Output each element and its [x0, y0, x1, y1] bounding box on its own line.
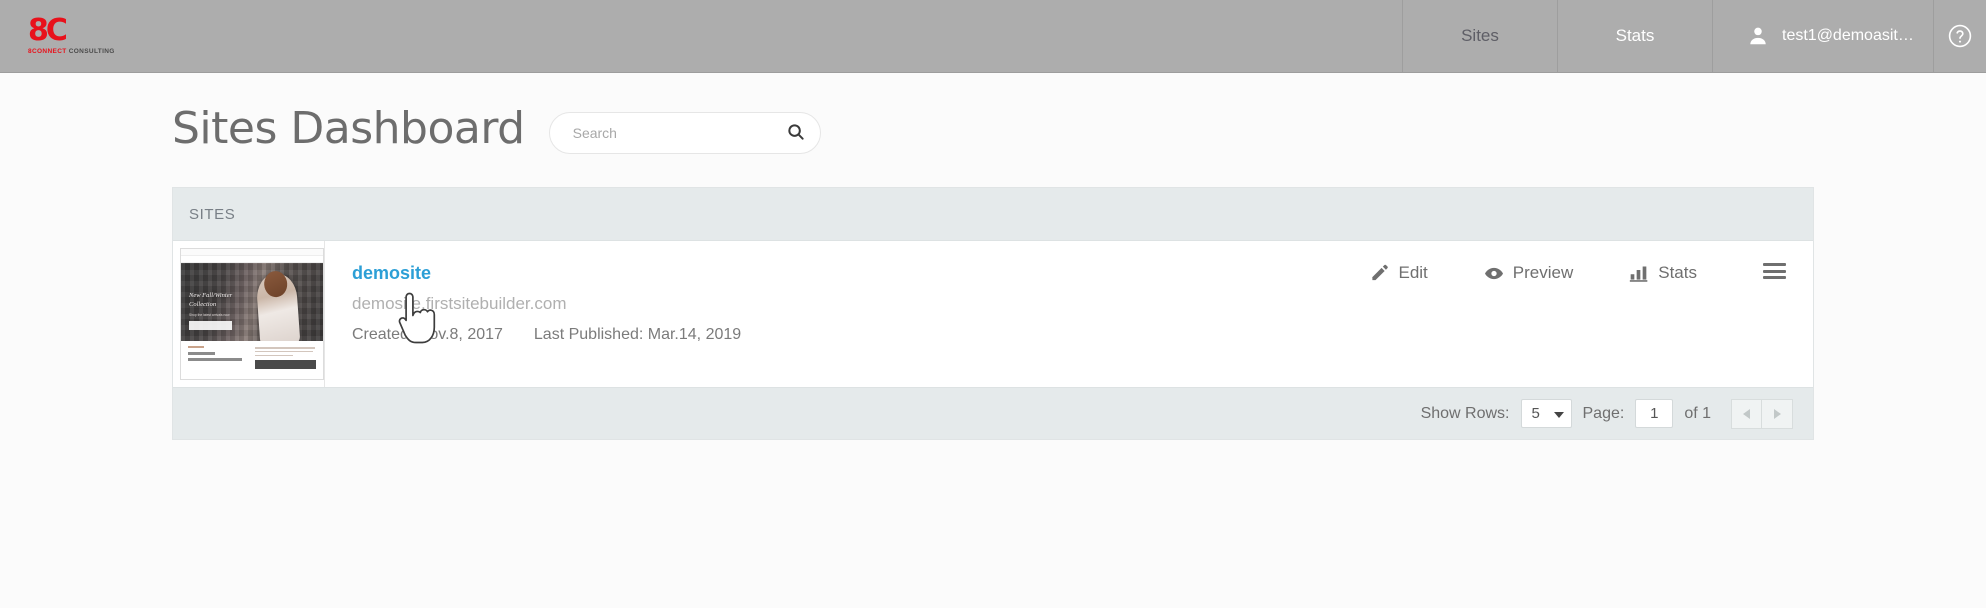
search-icon — [786, 122, 806, 145]
header-spacer — [180, 0, 1402, 72]
pagination-bar: Show Rows: 5 Page: of 1 — [173, 387, 1813, 439]
next-page-button[interactable] — [1762, 398, 1793, 429]
edit-action[interactable]: Edit — [1341, 263, 1455, 283]
hamburger-menu-icon[interactable] — [1763, 263, 1786, 279]
hamburger-bar-2 — [1763, 269, 1786, 273]
pager-controls — [1731, 398, 1793, 429]
thumbnail-hero-line1: New Fall/Winter — [189, 292, 233, 299]
top-header-bar: 8C 8CONNECT CONSULTING Sites Stats test1… — [0, 0, 1986, 73]
thumbnail-hero-heading: New Fall/Winter Collection — [189, 291, 232, 310]
page-label: Page: — [1582, 404, 1625, 422]
nav-item-sites-label: Sites — [1461, 26, 1499, 45]
search-submit-button[interactable] — [785, 122, 807, 144]
previous-page-button[interactable] — [1731, 398, 1762, 429]
page-title: Sites Dashboard — [172, 102, 525, 154]
thumbnail-cta-button — [254, 360, 316, 370]
thumbnail-body — [181, 341, 323, 379]
site-created-date: Created: Nov.8, 2017 — [352, 326, 503, 343]
sites-panel: SITES New Fall/Winter Collection Shop th… — [172, 187, 1814, 440]
help-circle-icon — [1947, 23, 1973, 49]
site-dates: Created: Nov.8, 2017 Last Published: Mar… — [352, 326, 1341, 344]
preview-action-label: Preview — [1512, 263, 1574, 282]
chevron-right-icon — [1773, 408, 1781, 419]
thumbnail-menubar — [181, 256, 323, 263]
nav-item-sites[interactable]: Sites — [1402, 0, 1557, 72]
brand-logo[interactable]: 8C 8CONNECT CONSULTING — [0, 0, 180, 72]
thumbnail-topbar — [181, 249, 323, 256]
total-pages-label: of 1 — [1684, 404, 1711, 422]
show-rows-label: Show Rows: — [1420, 404, 1510, 422]
site-published-date: Last Published: Mar.14, 2019 — [533, 326, 742, 343]
thumbnail-hero-line2: Collection — [189, 301, 217, 309]
thumbnail-heading-line-2 — [188, 358, 243, 361]
sites-panel-title: SITES — [189, 205, 236, 223]
chevron-down-icon — [1553, 411, 1564, 418]
table-row: New Fall/Winter Collection Shop the late… — [173, 241, 1813, 387]
stats-action[interactable]: Stats — [1601, 263, 1725, 283]
thumbnail-body-left — [188, 346, 247, 379]
edit-action-label: Edit — [1398, 263, 1428, 282]
user-email-label: test1@demoasit… — [1782, 27, 1914, 44]
stats-action-label: Stats — [1658, 263, 1697, 282]
preview-action[interactable]: Preview — [1456, 263, 1601, 283]
brand-sub-red: 8CONNECT — [28, 48, 67, 56]
nav-item-stats[interactable]: Stats — [1557, 0, 1712, 72]
thumbnail-text-line-2 — [254, 350, 313, 353]
page-number-input[interactable] — [1635, 399, 1674, 428]
thumbnail-body-right — [254, 346, 316, 379]
thumbnail-text-line-3 — [254, 354, 293, 357]
user-menu[interactable]: test1@demoasit… — [1712, 0, 1933, 72]
help-button[interactable] — [1933, 0, 1986, 72]
nav-item-stats-label: Stats — [1615, 26, 1655, 45]
main-navigation: Sites Stats test1@demoasit… — [1402, 0, 1986, 72]
brand-logo-mark: 8C — [28, 12, 68, 48]
thumbnail-hero-button — [189, 321, 232, 330]
bar-chart-icon — [1629, 263, 1649, 283]
thumbnail-heading-line-1 — [188, 352, 216, 355]
thumbnail-model-figure — [255, 272, 301, 341]
site-info-cell: demosite demosite.firstsitebuilder.com C… — [325, 241, 1341, 387]
site-thumbnail-cell: New Fall/Winter Collection Shop the late… — [173, 241, 325, 387]
search-input[interactable] — [548, 112, 821, 154]
site-actions: Edit Preview Stats — [1341, 241, 1813, 387]
page-header: Sites Dashboard — [0, 73, 1986, 154]
thumbnail-text-line-1 — [254, 347, 315, 349]
eye-icon — [1484, 263, 1504, 283]
thumbnail-kicker — [188, 346, 204, 348]
show-rows-value: 5 — [1531, 405, 1540, 422]
chevron-left-icon — [1743, 408, 1750, 419]
show-rows-select[interactable]: 5 — [1520, 399, 1572, 428]
pencil-icon — [1369, 263, 1389, 283]
thumbnail-hero-sub: Shop the latest arrivals now — [189, 313, 230, 317]
hamburger-bar-3 — [1763, 276, 1786, 279]
sites-panel-header: SITES — [173, 188, 1813, 241]
search-box — [548, 112, 821, 154]
site-thumbnail[interactable]: New Fall/Winter Collection Shop the late… — [180, 248, 324, 380]
hamburger-bar-1 — [1763, 263, 1786, 266]
thumbnail-hero: New Fall/Winter Collection Shop the late… — [181, 263, 323, 341]
site-name-link[interactable]: demosite — [352, 263, 431, 284]
site-url: demosite.firstsitebuilder.com — [352, 294, 567, 313]
brand-logo-subtitle: 8CONNECT CONSULTING — [28, 48, 180, 55]
user-avatar-icon — [1747, 25, 1769, 47]
brand-sub-dark: CONSULTING — [66, 48, 115, 56]
